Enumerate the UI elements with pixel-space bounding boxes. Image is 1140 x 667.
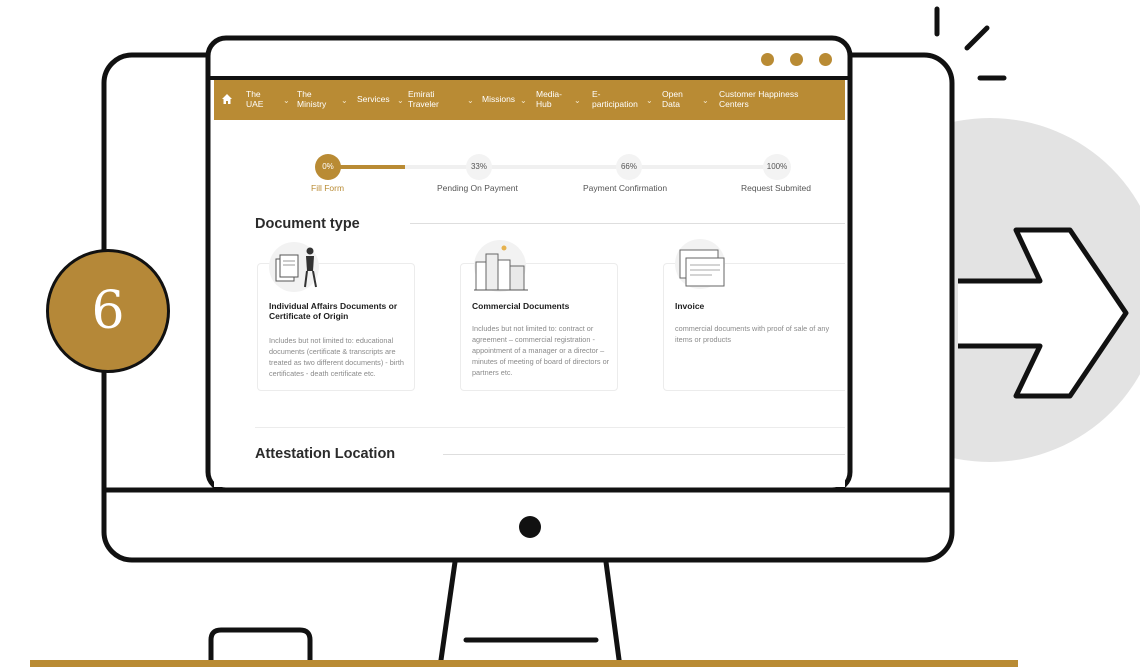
sparkle-line [964,25,990,51]
section-divider [255,427,845,428]
step-number-badge: 6 [46,249,170,373]
chevron-down-icon: ⌄ [397,96,404,105]
step-circle: 66% [616,154,642,180]
nav-label: Missions [482,94,516,104]
step-label-active: Fill Form [311,183,345,193]
keyboard-edge [208,627,313,660]
step-circle: 33% [466,154,492,180]
step-percent: 66% [620,162,637,171]
nav-label: Media- Hub [536,89,562,109]
nav-item-the-ministry[interactable]: The Ministry [297,89,326,109]
nav-item-emirati-traveler[interactable]: Emirati Traveler [408,89,439,109]
top-navigation: The UAE ⌄ The Ministry ⌄ Services ⌄ Emir… [214,80,845,120]
card-description: commercial documents with proof of sale … [675,324,830,344]
step-number: 6 [91,281,125,341]
power-dot-icon [519,516,541,538]
nav-label: Emirati Traveler [408,89,439,109]
chevron-down-icon: ⌄ [702,96,709,105]
nav-item-open-data[interactable]: Open Data [662,89,683,109]
monitor-stand [437,561,623,667]
home-icon[interactable] [221,93,233,105]
website-screen: The UAE ⌄ The Ministry ⌄ Services ⌄ Emir… [214,80,845,487]
chevron-down-icon: ⌄ [283,96,290,105]
individual-documents-illustration [269,242,319,292]
window-dot [790,53,803,66]
chevron-down-icon: ⌄ [520,96,527,105]
step-label: Payment Confirmation [583,183,668,193]
nav-item-the-uae[interactable]: The UAE [246,89,263,109]
chevron-down-icon: ⌄ [574,96,581,105]
section-title-attestation-location: Attestation Location [255,446,396,462]
section-divider [410,223,845,224]
step-label: Pending On Payment [437,183,518,193]
commercial-buildings-illustration [474,240,528,292]
nav-label: The Ministry [297,89,327,109]
window-dot [819,53,832,66]
nav-label: E- participation [592,89,638,109]
chevron-down-icon: ⌄ [646,96,653,105]
window-dot [761,53,774,66]
section-title-document-type: Document type [255,216,360,232]
nav-label: Open Data [662,89,683,109]
chevron-down-icon: ⌄ [467,96,474,105]
card-title: Commercial Documents [472,301,570,311]
card-title: Invoice [675,301,705,311]
step-percent: 0% [322,162,334,171]
step-percent: 33% [470,162,487,171]
card-description: Includes but not limited to: contract or… [472,324,610,377]
chevron-down-icon: ⌄ [341,96,348,105]
step-circle: 100% [763,154,791,180]
step-percent: 100% [766,162,788,171]
invoice-illustration [675,239,725,289]
section-divider [443,454,845,455]
step-label: Request Submited [741,183,811,193]
nav-item-e-participation[interactable]: E- participation [592,89,638,109]
nav-label: Services [357,94,390,104]
nav-item-customer-happiness-centers[interactable]: Customer Happiness Centers [719,89,798,109]
nav-item-media-hub[interactable]: Media- Hub [536,89,562,109]
step-circle-active: 0% [315,154,341,180]
nav-label: The UAE [246,89,264,109]
nav-item-missions[interactable]: Missions [482,94,515,104]
nav-item-services[interactable]: Services [357,94,390,104]
card-title: Individual Affairs Documents or Certific… [269,301,398,321]
card-description: Includes but not limited to: educational… [269,336,404,378]
nav-label: Customer Happiness Centers [719,89,799,109]
desk-line [30,660,1018,667]
